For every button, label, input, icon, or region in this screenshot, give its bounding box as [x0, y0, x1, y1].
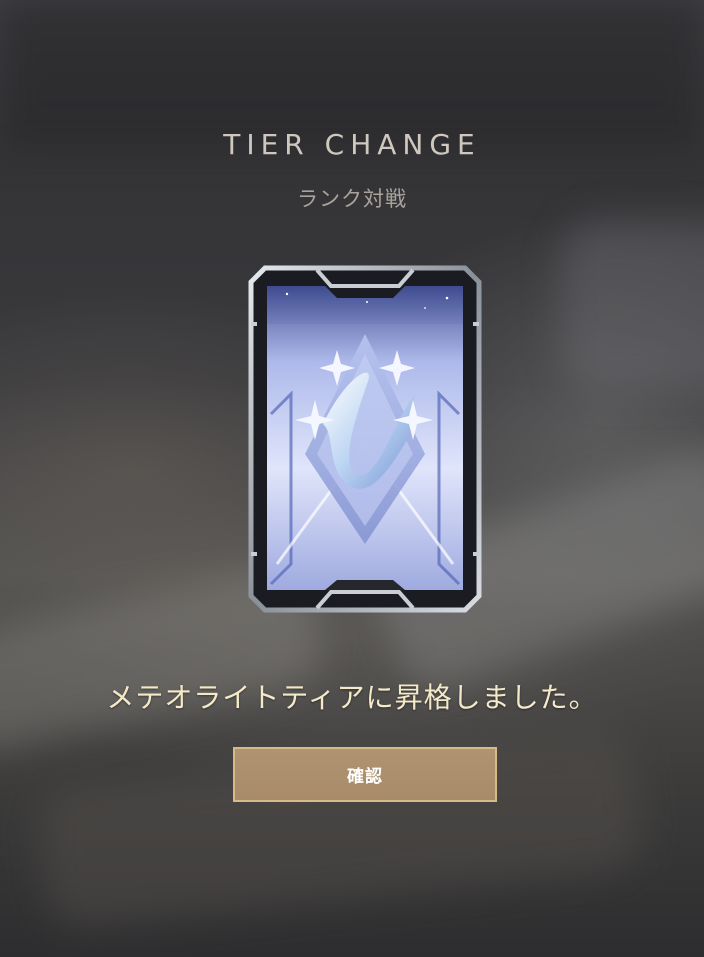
tier-card — [247, 264, 483, 614]
confirm-button-label: 確認 — [347, 767, 383, 787]
confirm-button[interactable]: 確認 — [233, 747, 497, 802]
tier-card-graphic — [248, 265, 482, 613]
page-title: TIER CHANGE — [223, 128, 481, 161]
promotion-message: メテオライトティアに昇格しました。 — [106, 681, 598, 714]
tier-change-screen: TIER CHANGE ランク対戦 メテオライトティアに昇格しました。 確認 — [0, 0, 704, 957]
background-blur-upper-right — [560, 220, 704, 390]
page-subtitle: ランク対戦 — [297, 187, 407, 211]
